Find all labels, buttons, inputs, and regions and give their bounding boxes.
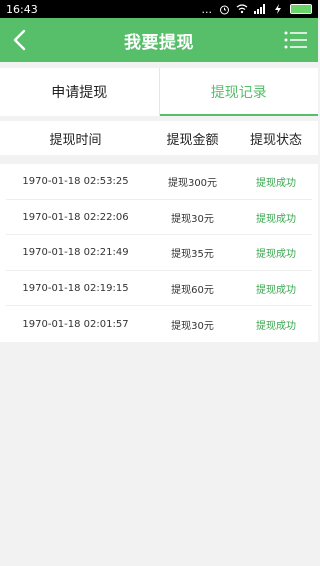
status-icons: ... [201,2,312,16]
notification-dots: ... [201,2,213,16]
alarm-icon [218,4,230,14]
app-header: 我要提现 [0,18,318,62]
record-status: 提现成功 [256,320,296,332]
record-status: 提现成功 [256,285,296,297]
tab-withdraw-records[interactable]: 提现记录 [159,68,319,116]
wifi-icon [236,4,248,14]
battery-icon [290,4,312,14]
menu-button[interactable] [282,26,310,54]
column-header-amount: 提现金额 [166,132,219,148]
record-amount: 提现300元 [167,178,218,190]
record-amount: 提现30元 [171,320,214,332]
page-title: 我要提现 [124,32,194,53]
table-row[interactable]: 1970-01-18 02:19:15 提现60元 提现成功 [0,271,318,307]
tab-apply-withdraw[interactable]: 申请提现 [0,68,159,116]
record-status: 提现成功 [256,249,296,261]
menu-icon [284,31,307,49]
battery-level [291,5,311,13]
tab-bar: 申请提现 提现记录 [0,68,318,116]
column-header-time: 提现时间 [49,132,102,148]
signal-icon [254,4,266,14]
table-row[interactable]: 1970-01-18 02:21:49 提现35元 提现成功 [0,235,318,271]
chevron-left-icon [13,29,26,51]
record-time: 1970-01-18 02:22:06 [22,211,129,223]
record-time: 1970-01-18 02:53:25 [22,176,129,188]
record-status: 提现成功 [256,178,296,190]
charging-icon [272,4,284,14]
table-row[interactable]: 1970-01-18 02:22:06 提现30元 提现成功 [0,200,318,236]
records-column-header: 提现时间 提现金额 提现状态 [0,121,318,155]
record-time: 1970-01-18 02:19:15 [22,283,129,295]
status-time: 16:43 [6,2,38,16]
record-time: 1970-01-18 02:01:57 [22,318,129,330]
record-amount: 提现35元 [171,249,214,261]
status-bar: 16:43 ... [0,0,318,18]
record-status: 提现成功 [256,213,296,225]
column-header-status: 提现状态 [249,132,302,148]
record-time: 1970-01-18 02:21:49 [22,247,129,259]
table-row[interactable]: 1970-01-18 02:01:57 提现30元 提现成功 [0,306,318,342]
table-row[interactable]: 1970-01-18 02:53:25 提现300元 提现成功 [0,164,318,200]
record-amount: 提现30元 [171,213,214,225]
back-button[interactable] [6,24,34,56]
records-list: 1970-01-18 02:53:25 提现300元 提现成功 1970-01-… [0,164,318,342]
record-amount: 提现60元 [171,285,214,297]
